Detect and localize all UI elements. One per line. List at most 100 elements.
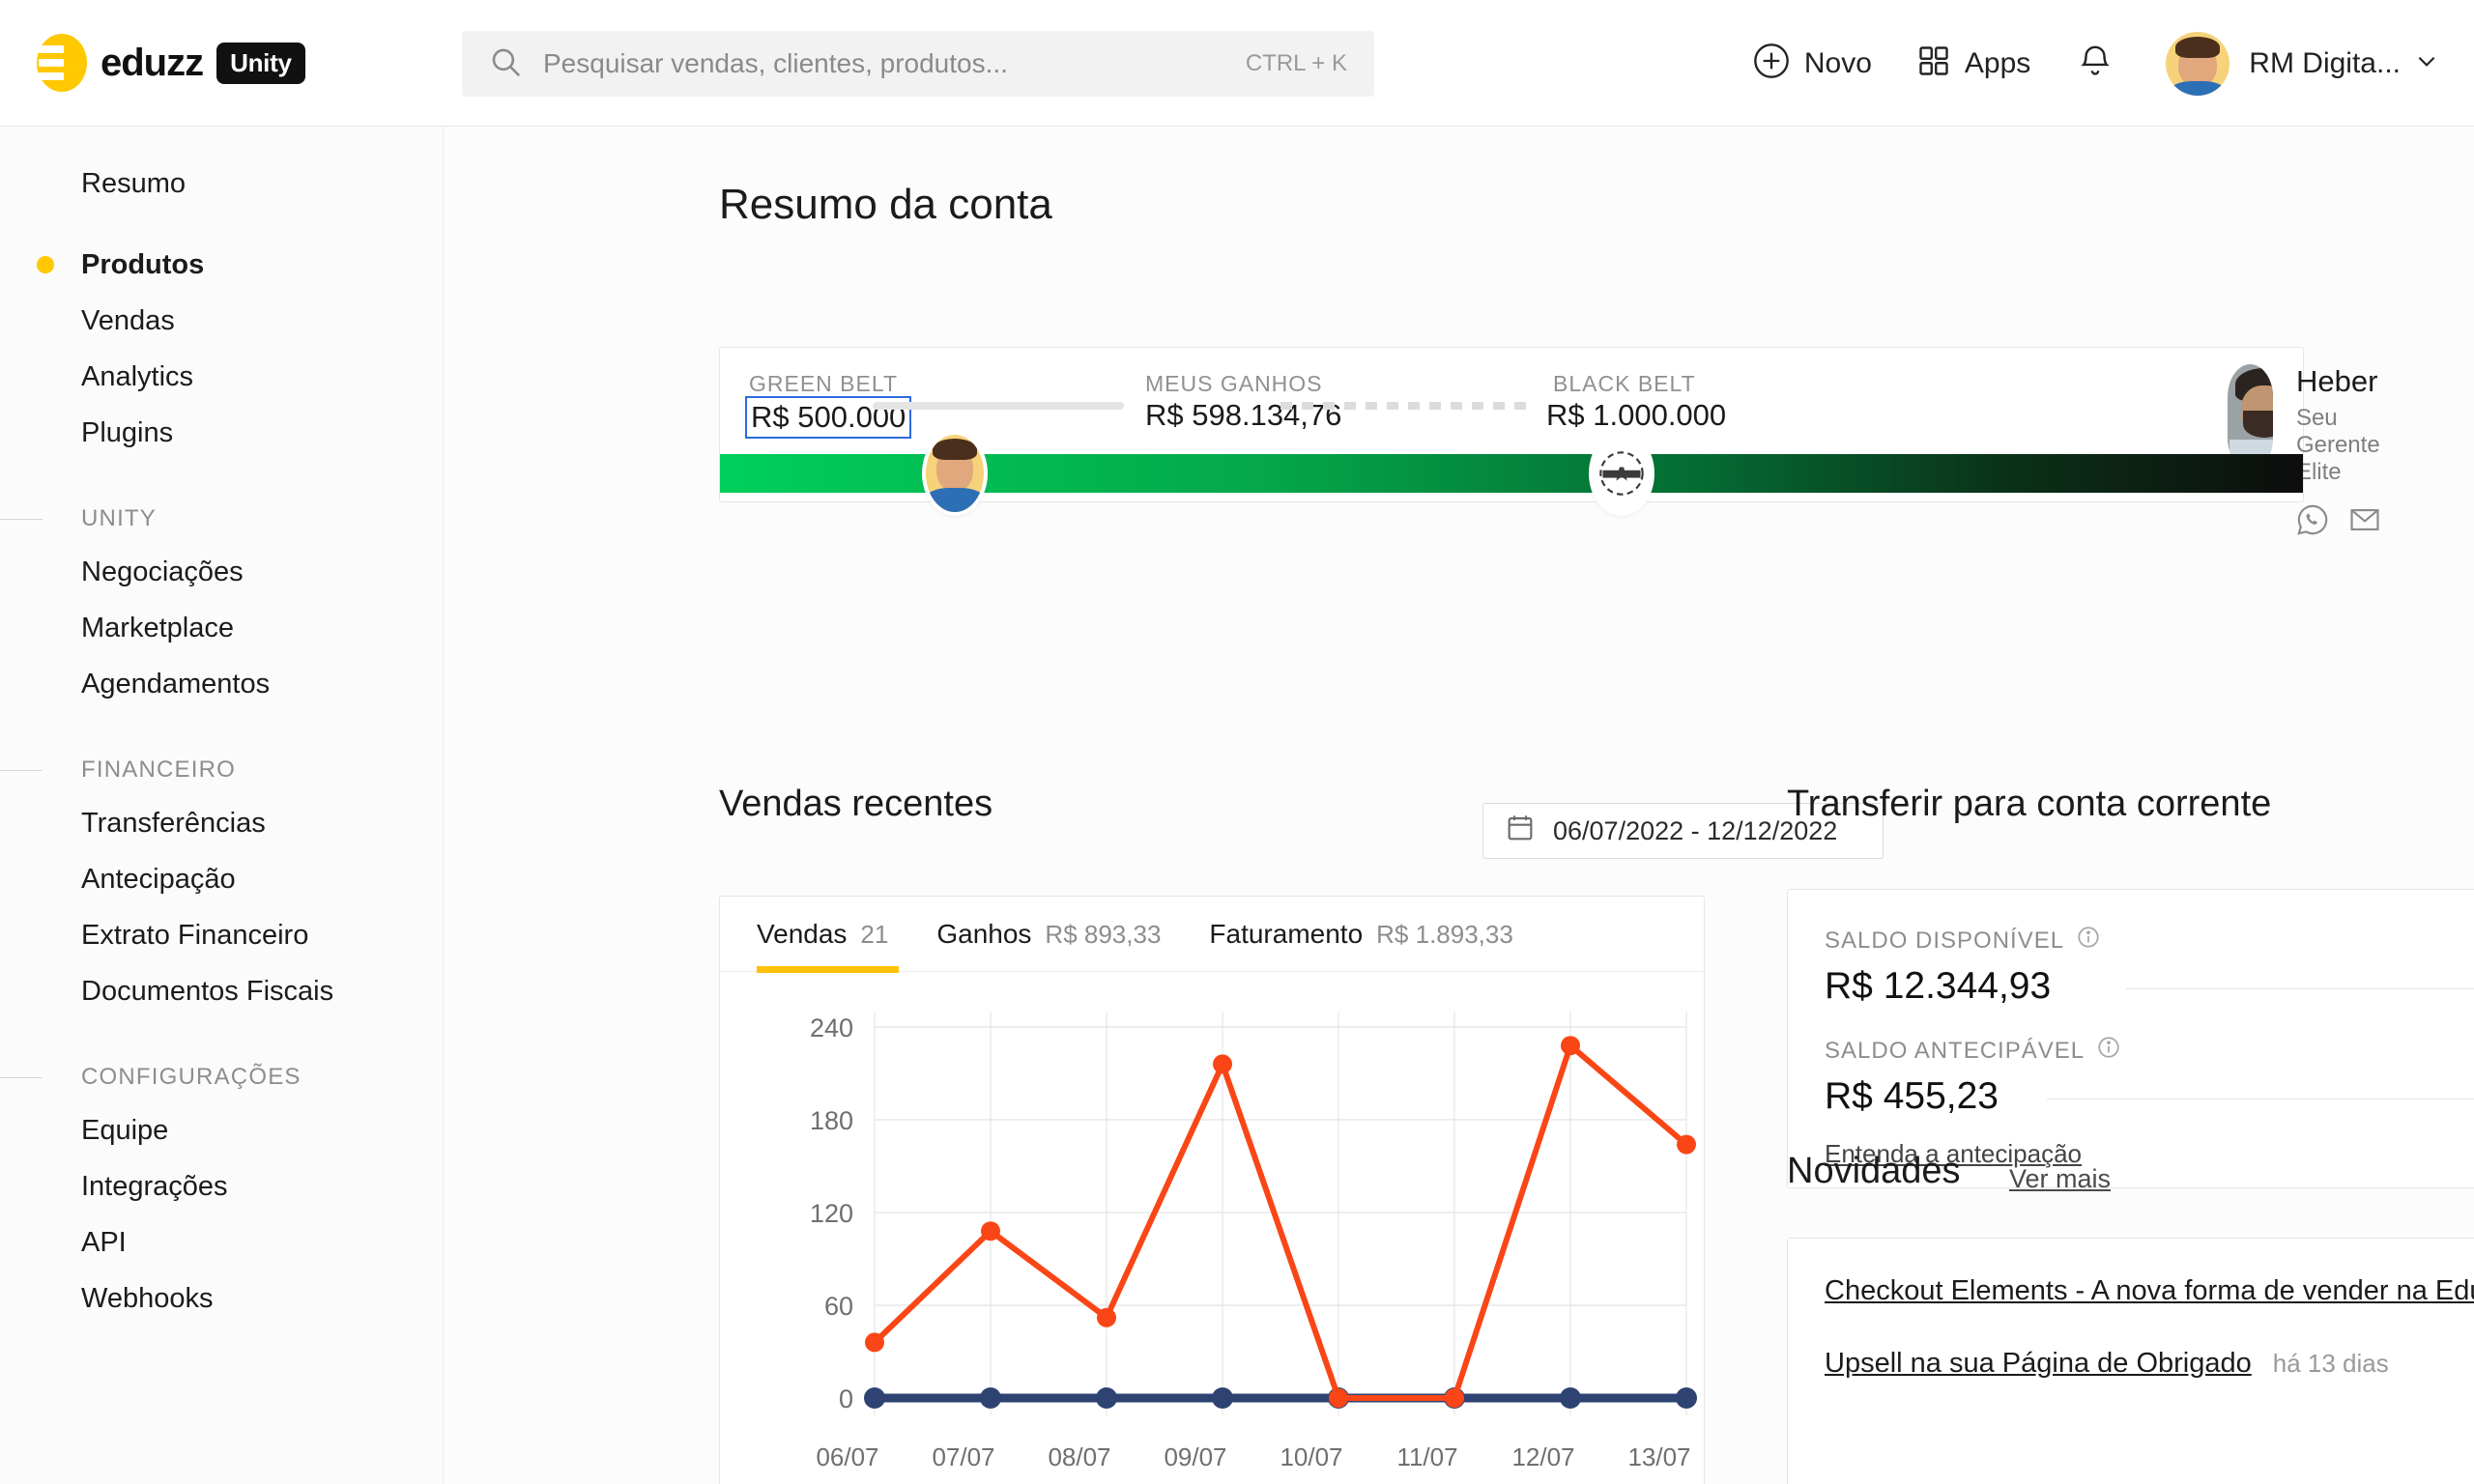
sidebar-item-webhooks[interactable]: Webhooks [0,1270,443,1327]
sidebar: Resumo Produtos Vendas Analytics Plugins… [0,127,444,1484]
news-card: Checkout Elements - A nova forma de vend… [1787,1238,2474,1484]
x-axis-tick: 10/07 [1280,1442,1342,1471]
active-tab-underline [757,966,899,973]
sidebar-item-integracoes[interactable]: Integrações [0,1158,443,1214]
belt-labels: GREEN BELT R$ 500.000 MEUS GANHOS R$ 598… [720,348,2380,535]
tab-vendas[interactable]: Vendas 21 [757,919,888,950]
anticipatable-balance-label: SALDO ANTECIPÁVEL [1825,1037,2086,1064]
envelope-icon[interactable] [2348,503,2381,541]
list-item[interactable]: Checkout Elements - A nova forma de vend… [1825,1275,2474,1307]
sidebar-item-negociacoes[interactable]: Negociações [0,544,443,600]
x-axis-tick: 11/07 [1396,1442,1457,1471]
tab-value: R$ 893,33 [1045,920,1162,949]
apps-button-label: Apps [1964,46,2031,79]
sidebar-item-marketplace[interactable]: Marketplace [0,600,443,656]
sidebar-item-antecipacao[interactable]: Antecipação [0,851,443,907]
sidebar-item-plugins[interactable]: Plugins [0,405,443,461]
data-point [1445,1388,1464,1408]
sidebar-item-extrato-financeiro[interactable]: Extrato Financeiro [0,907,443,963]
new-button[interactable]: Novo [1752,42,1872,85]
x-axis-tick: 13/07 [1627,1442,1690,1471]
avatar[interactable] [2166,31,2230,96]
data-point [865,1332,884,1353]
apps-button[interactable]: Apps [1916,43,2030,83]
brand-logo[interactable]: eduzz Unity [37,34,305,92]
belt-goal-label: BLACK BELT [1553,371,1696,396]
sidebar-item-api[interactable]: API [0,1214,443,1270]
sidebar-item-label: Vendas [81,304,175,336]
y-axis-tick: 120 [810,1199,853,1228]
data-point [1677,1134,1696,1155]
elite-manager: Heber Seu Gerente Elite [2228,364,2409,541]
series-line [872,1041,1688,1401]
tab-value: R$ 1.893,33 [1376,920,1513,949]
sidebar-item-produtos[interactable]: Produtos [0,237,443,293]
tab-value: 21 [860,920,889,949]
manager-name: Heber [2295,364,2378,398]
x-axis-tick: 06/07 [816,1442,878,1471]
tab-label: Faturamento [1209,919,1364,949]
logo-wordmark: eduzz [101,41,204,84]
global-search[interactable]: Pesquisar vendas, clientes, produtos... … [462,31,1374,97]
sidebar-item-resumo[interactable]: Resumo [0,156,443,212]
header-actions: Novo Apps RM Digita... [1708,0,2439,127]
news-item-time: há 13 dias [2272,1349,2389,1378]
tab-ganhos[interactable]: Ganhos R$ 893,33 [936,919,1161,950]
tab-faturamento[interactable]: Faturamento R$ 1.893,33 [1209,919,1512,950]
data-point [1096,1387,1117,1409]
sidebar-item-documentos-fiscais[interactable]: Documentos Fiscais [0,963,443,1019]
sidebar-item-label: Transferências [81,807,266,839]
belt-progress-line-solid [873,402,1124,410]
sidebar-item-label: Resumo [81,167,186,199]
sidebar-section-financeiro: FINANCEIRO [0,745,443,795]
data-point [1329,1388,1348,1408]
data-point [1097,1307,1116,1327]
info-icon[interactable] [2076,925,2101,956]
data-point [1212,1387,1233,1409]
sidebar-item-vendas[interactable]: Vendas [0,293,443,349]
sidebar-item-transferencias[interactable]: Transferências [0,795,443,851]
news-item-title[interactable]: Upsell na sua Página de Obrigado [1825,1348,2252,1380]
whatsapp-icon[interactable] [2296,503,2329,541]
sidebar-section-unity: UNITY [0,494,443,544]
sidebar-item-label: Agendamentos [81,668,271,699]
list-item[interactable]: Upsell na sua Página de Obrigado há 13 d… [1825,1348,2474,1380]
search-placeholder: Pesquisar vendas, clientes, produtos... [543,48,1008,78]
data-point [980,1387,1001,1409]
active-indicator-dot [37,256,54,273]
news-item-title[interactable]: Checkout Elements - A nova forma de vend… [1825,1275,2474,1307]
sidebar-item-equipe[interactable]: Equipe [0,1102,443,1158]
sidebar-item-label: Negociações [81,556,244,587]
manager-role: Seu Gerente Elite [2295,405,2380,485]
sidebar-item-label: Integrações [81,1170,228,1202]
x-axis-tick: 09/07 [1164,1442,1226,1471]
sidebar-section-configuracoes: CONFIGURAÇÕES [0,1052,443,1102]
sidebar-item-label: Antecipação [81,863,236,895]
data-point [864,1387,885,1409]
chevron-down-icon[interactable] [2414,48,2439,78]
belt-progress-line-dashed [1280,402,1534,410]
sidebar-item-agendamentos[interactable]: Agendamentos [0,656,443,712]
news-see-more-link[interactable]: Ver mais [2009,1164,2111,1194]
search-shortcut-hint: CTRL + K [1245,50,1347,76]
sidebar-item-analytics[interactable]: Analytics [0,349,443,405]
sales-line-chart: 0 60 120 180 240 06/07 07/07 08/07 09/07 10/07 11/… [720,973,1704,1484]
sidebar-item-label: Analytics [81,360,194,392]
sidebar-item-label: Equipe [81,1114,169,1146]
sidebar-item-label: Webhooks [81,1282,214,1314]
info-icon[interactable] [2096,1035,2121,1067]
y-axis-tick: 180 [810,1106,853,1135]
belt-progress-card: GREEN BELT R$ 500.000 MEUS GANHOS R$ 598… [719,347,2380,535]
anticipatable-balance-value: R$ 455,23 [1825,1075,1999,1117]
belt-current-label: GREEN BELT [749,371,898,396]
y-axis-tick: 60 [824,1292,853,1321]
user-name-label: RM Digita... [2249,46,2401,79]
bell-icon[interactable] [2077,43,2114,84]
sidebar-item-label: Documentos Fiscais [81,975,334,1007]
y-axis-tick: 0 [839,1384,853,1413]
news-section-title: Novidades [1787,1151,1961,1191]
tab-label: Ganhos [936,919,1032,949]
data-point [1213,1054,1232,1074]
x-axis-tick: 12/07 [1511,1442,1574,1471]
transfer-card: SALDO DISPONÍVEL R$ 12.344,93 SALDO ANTE… [1787,889,2474,1188]
